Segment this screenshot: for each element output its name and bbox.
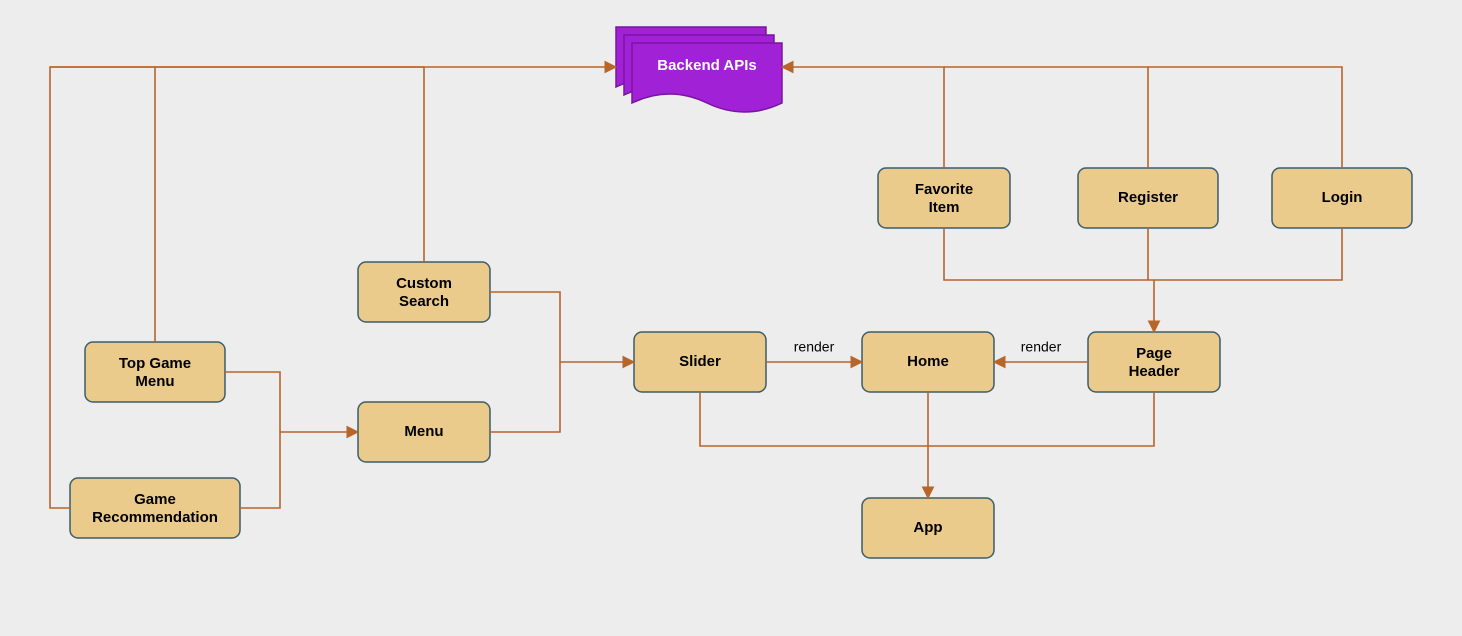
top-game-menu-label-1: Top Game [119, 355, 191, 372]
edge-slider-app [700, 392, 928, 446]
menu-node: Menu [358, 402, 490, 462]
backend-apis-label: Backend APIs [657, 57, 757, 74]
page-header-label-1: Page [1136, 345, 1172, 362]
register-node: Register [1078, 168, 1218, 228]
game-recommendation-label-1: Game [134, 491, 176, 508]
architecture-diagram: Backend APIs Top Game Menu Game Recommen… [0, 0, 1462, 636]
edge-gamereco-menu [240, 432, 358, 508]
edge-header-home-label: render [1021, 339, 1062, 355]
custom-search-label-2: Search [399, 293, 449, 310]
page-header-label-2: Header [1129, 363, 1180, 380]
slider-label: Slider [679, 353, 721, 370]
app-label: App [913, 519, 942, 536]
edge-header-app [928, 392, 1154, 446]
custom-search-label-1: Custom [396, 275, 452, 292]
edge-menu-slider [490, 362, 634, 432]
login-node: Login [1272, 168, 1412, 228]
page-header-node: Page Header [1088, 332, 1220, 392]
edge-favorite-header [944, 228, 1154, 280]
edge-login-backend [1148, 67, 1342, 168]
favorite-item-node: Favorite Item [878, 168, 1010, 228]
register-label: Register [1118, 189, 1178, 206]
game-recommendation-node: Game Recommendation [70, 478, 240, 538]
edge-customsearch-slider [490, 292, 560, 362]
game-recommendation-label-2: Recommendation [92, 509, 218, 526]
favorite-item-label-1: Favorite [915, 181, 973, 198]
app-node: App [862, 498, 994, 558]
home-label: Home [907, 353, 949, 370]
edge-register-backend [944, 67, 1148, 168]
edge-gamereco-backend [50, 67, 616, 508]
slider-node: Slider [634, 332, 766, 392]
favorite-item-label-2: Item [929, 199, 960, 216]
edge-topgame-menu [225, 372, 280, 432]
top-game-menu-label-2: Menu [135, 373, 174, 390]
edge-slider-home-label: render [794, 339, 835, 355]
login-label: Login [1322, 189, 1363, 206]
menu-label: Menu [404, 423, 443, 440]
edge-favorite-backend [782, 67, 944, 168]
custom-search-node: Custom Search [358, 262, 490, 322]
top-game-menu-node: Top Game Menu [85, 342, 225, 402]
home-node: Home [862, 332, 994, 392]
backend-apis-node: Backend APIs [616, 27, 782, 112]
edge-login-header [1154, 228, 1342, 332]
